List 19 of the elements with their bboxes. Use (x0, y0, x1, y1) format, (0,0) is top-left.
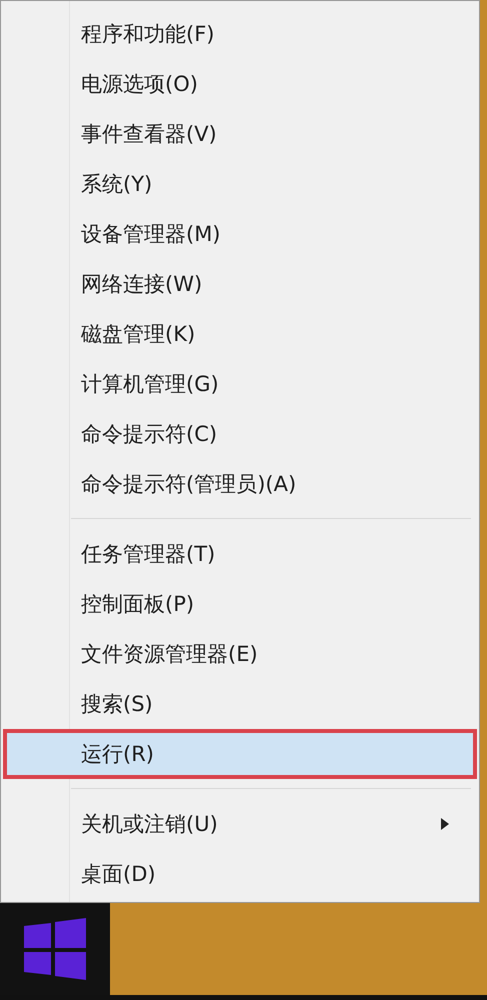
menu-item[interactable]: 磁盘管理(K) (3, 309, 477, 359)
menu-item[interactable]: 关机或注销(U) (3, 799, 477, 849)
menu-item[interactable]: 控制面板(P) (3, 579, 477, 629)
menu-item[interactable]: 运行(R) (3, 729, 477, 779)
menu-item[interactable]: 电源选项(O) (3, 59, 477, 109)
menu-item[interactable]: 桌面(D) (3, 849, 477, 899)
menu-item[interactable]: 计算机管理(G) (3, 359, 477, 409)
menu-item[interactable]: 事件查看器(V) (3, 109, 477, 159)
windows-logo-icon (24, 918, 86, 980)
menu-item[interactable]: 文件资源管理器(E) (3, 629, 477, 679)
menu-item[interactable]: 设备管理器(M) (3, 209, 477, 259)
start-button[interactable] (0, 903, 110, 995)
menu-item[interactable]: 搜索(S) (3, 679, 477, 729)
menu-item[interactable]: 命令提示符(C) (3, 409, 477, 459)
menu-item[interactable]: 程序和功能(F) (3, 9, 477, 59)
menu-item[interactable]: 命令提示符(管理员)(A) (3, 459, 477, 509)
menu-item[interactable]: 任务管理器(T) (3, 529, 477, 579)
menu-item[interactable]: 网络连接(W) (3, 259, 477, 309)
menu-item[interactable]: 系统(Y) (3, 159, 477, 209)
